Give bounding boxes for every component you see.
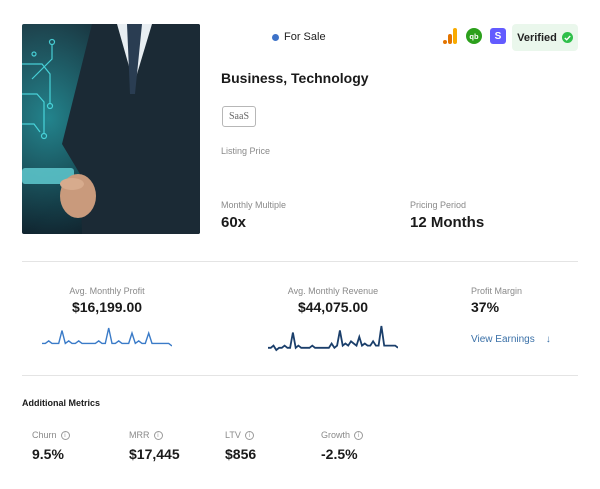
integrations: qb S: [442, 28, 506, 44]
profit-sparkline: [42, 327, 172, 347]
category-tag[interactable]: SaaS: [222, 106, 256, 127]
pricing-period-label: Pricing Period: [410, 200, 467, 210]
info-icon[interactable]: i: [244, 430, 254, 440]
revenue-sparkline: [268, 325, 398, 352]
metric-label-mrr: MRR i: [129, 430, 163, 440]
info-icon[interactable]: i: [60, 430, 70, 440]
listing-price-label: Listing Price: [221, 146, 271, 156]
metric-value-mrr: $17,445: [129, 446, 180, 462]
metric-label-growth: Growth i: [321, 430, 364, 440]
pricing-period-value: 12 Months: [410, 214, 485, 231]
google-analytics-icon: [442, 28, 458, 44]
metric-label-ltv: LTV i: [225, 430, 254, 440]
metric-label-text: MRR: [129, 430, 150, 440]
info-icon[interactable]: i: [153, 430, 163, 440]
metric-value-growth: -2.5%: [321, 446, 358, 462]
avg-monthly-profit-label: Avg. Monthly Profit: [69, 286, 145, 296]
info-icon[interactable]: i: [354, 430, 364, 440]
view-earnings-label: View Earnings: [471, 334, 535, 345]
stripe-icon: S: [490, 28, 506, 44]
verified-label: Verified: [517, 31, 557, 44]
profit-margin-label: Profit Margin: [471, 286, 523, 296]
additional-metrics-title: Additional Metrics: [22, 398, 101, 408]
metric-label-text: Churn: [32, 430, 57, 440]
profit-margin-value: 37%: [471, 299, 500, 315]
status-label: For Sale: [284, 31, 326, 43]
view-earnings-link[interactable]: View Earnings ↓: [471, 334, 551, 345]
metric-label-text: Growth: [321, 430, 351, 440]
arrow-down-icon: ↓: [545, 334, 551, 345]
avg-monthly-revenue-value: $44,075.00: [297, 299, 369, 315]
avg-monthly-revenue-label: Avg. Monthly Revenue: [287, 286, 379, 296]
profit-sparkline-line: [42, 327, 172, 347]
avg-monthly-profit-value: $16,199.00: [71, 299, 143, 315]
metric-value-ltv: $856: [225, 446, 257, 462]
metric-label-churn: Churn i: [32, 430, 70, 440]
quickbooks-icon: qb: [466, 28, 482, 44]
monthly-multiple-value: 60x: [221, 214, 247, 231]
divider: [22, 375, 578, 376]
revenue-sparkline-line: [268, 325, 398, 352]
verified-badge: Verified: [512, 24, 578, 51]
metric-label-text: LTV: [225, 430, 241, 440]
listing-thumbnail: [22, 24, 200, 234]
metric-value-churn: 9.5%: [32, 446, 64, 462]
check-circle-icon: [561, 32, 573, 43]
divider: [22, 261, 578, 262]
status-dot-icon: [272, 33, 279, 41]
monthly-multiple-label: Monthly Multiple: [221, 200, 287, 210]
listing-status: For Sale: [272, 31, 326, 43]
listing-title: Business, Technology: [221, 70, 369, 86]
business-person-image: [22, 24, 200, 234]
